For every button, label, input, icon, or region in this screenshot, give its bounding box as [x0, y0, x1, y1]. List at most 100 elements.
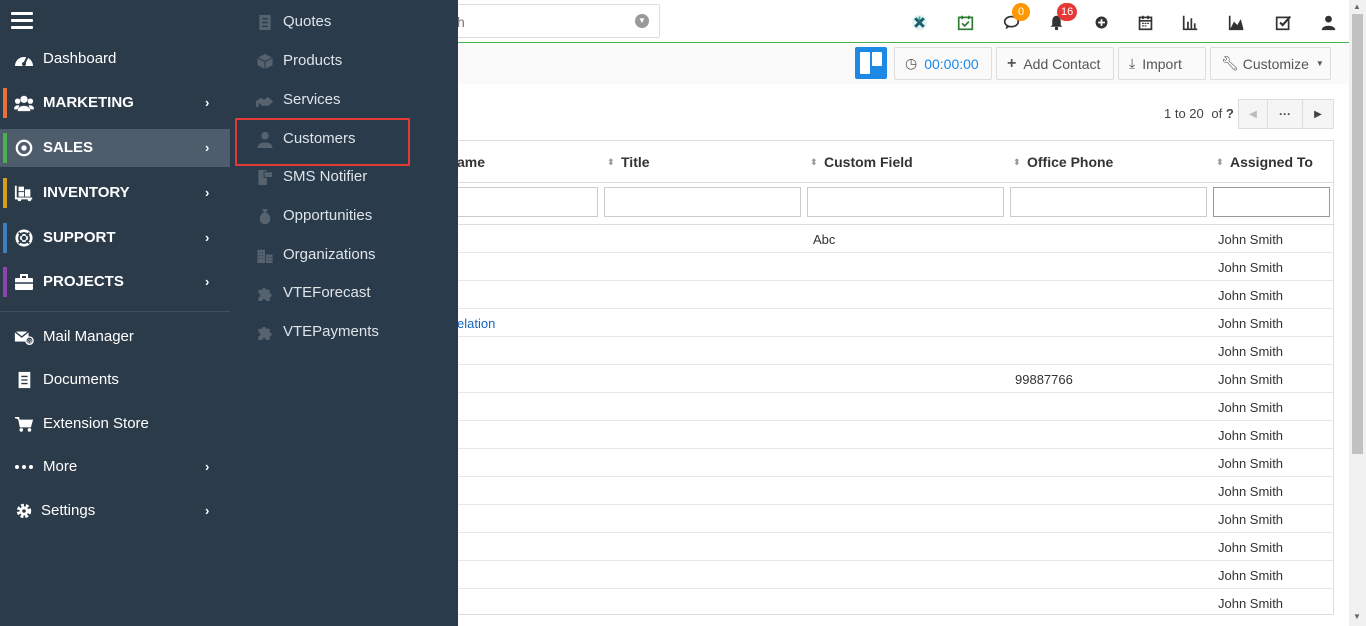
- column-header-name[interactable]: ame: [457, 154, 485, 170]
- user-profile-icon[interactable]: [1317, 11, 1339, 33]
- submenu-item-label: Organizations: [283, 246, 376, 263]
- search-dropdown-icon[interactable]: ▼: [635, 14, 649, 28]
- dashboard-icon: [13, 49, 35, 69]
- sidebar-item-label: Extension Store: [43, 415, 149, 432]
- next-page-button[interactable]: ▶: [1302, 99, 1334, 129]
- sidebar-item-extension-store[interactable]: Extension Store: [0, 405, 230, 443]
- sidebar-item-label: INVENTORY: [43, 184, 130, 201]
- chevron-right-icon: ›: [205, 95, 210, 110]
- vtiger-logo-icon[interactable]: [908, 11, 930, 33]
- sidebar-item-documents[interactable]: Documents: [0, 361, 230, 399]
- cell-assigned-to: John Smith: [1218, 400, 1284, 415]
- sidebar-item-marketing[interactable]: MARKETING ›: [0, 84, 230, 122]
- filter-office-phone-input[interactable]: [1010, 187, 1207, 217]
- sidebar-item-more[interactable]: More ›: [0, 448, 230, 486]
- vertical-scrollbar[interactable]: ▲ ▼: [1349, 0, 1366, 626]
- chevron-right-icon: ›: [205, 503, 210, 518]
- ellipsis-icon: [13, 457, 35, 477]
- cell-assigned-to: John Smith: [1218, 372, 1284, 387]
- download-icon: ⤓: [1129, 55, 1136, 71]
- sidebar-item-settings[interactable]: Settings ›: [0, 492, 230, 530]
- mobile-sms-icon: [255, 168, 275, 186]
- bar-chart-icon[interactable]: [1179, 11, 1201, 33]
- submenu-item-label: Services: [283, 91, 341, 108]
- import-button[interactable]: ⤓ Import: [1118, 47, 1206, 80]
- submenu-item-vtepayments[interactable]: VTEPayments: [230, 314, 458, 350]
- search-text: h: [457, 14, 465, 30]
- prev-page-button[interactable]: ◀: [1238, 99, 1268, 129]
- submenu-item-label: VTEPayments: [283, 323, 379, 340]
- column-header-title[interactable]: ⬍ Title: [607, 154, 650, 170]
- filter-title-input[interactable]: [604, 187, 801, 217]
- submenu-item-opportunities[interactable]: Opportunities: [230, 198, 458, 234]
- sidebar-item-sales[interactable]: SALES ›: [0, 129, 230, 167]
- column-header-custom-field[interactable]: ⬍ Custom Field: [810, 154, 913, 170]
- calendar-check-icon[interactable]: [954, 11, 976, 33]
- main-sidebar: Dashboard MARKETING › SALES › INVENTORY …: [0, 0, 230, 626]
- submenu-item-services[interactable]: Services: [230, 82, 458, 118]
- pager-range: 1 to 20: [1164, 106, 1204, 121]
- chevron-right-icon: ›: [205, 185, 210, 200]
- cell-assigned-to: John Smith: [1218, 288, 1284, 303]
- kanban-view-button[interactable]: [855, 47, 887, 79]
- sidebar-item-support[interactable]: SUPPORT ›: [0, 219, 230, 257]
- scroll-down-icon[interactable]: ▼: [1353, 612, 1361, 621]
- bell-icon[interactable]: 16: [1045, 3, 1078, 33]
- timer-button[interactable]: ◷ 00:00:00: [894, 47, 992, 80]
- task-check-icon[interactable]: [1272, 11, 1294, 33]
- sidebar-item-mail-manager[interactable]: @ Mail Manager: [0, 318, 230, 356]
- dolly-icon: [13, 183, 35, 203]
- menu-toggle-icon[interactable]: [11, 12, 33, 30]
- filter-name-input[interactable]: [453, 187, 598, 217]
- submenu-item-organizations[interactable]: Organizations: [230, 237, 458, 273]
- marketing-accent-bar: [3, 88, 7, 118]
- shopping-cart-icon: [13, 414, 35, 434]
- area-chart-icon[interactable]: [1225, 11, 1247, 33]
- document-icon: [13, 370, 35, 390]
- sidebar-item-label: SALES: [43, 139, 94, 156]
- filter-custom-field-input[interactable]: [807, 187, 1004, 217]
- customize-button[interactable]: 🔧︎ Customize ▼: [1210, 47, 1331, 80]
- target-icon: [13, 138, 35, 158]
- submenu-item-label: VTEForecast: [283, 284, 371, 301]
- sales-accent-bar: [3, 133, 7, 163]
- puzzle-piece-icon: [255, 323, 275, 341]
- projects-accent-bar: [3, 267, 7, 297]
- page-jump-button[interactable]: ···: [1267, 99, 1303, 129]
- svg-text:@: @: [27, 339, 33, 345]
- money-bag-icon: [255, 207, 275, 225]
- wrench-icon: 🔧︎: [1221, 55, 1239, 71]
- quote-icon: [255, 13, 275, 31]
- cell-assigned-to: John Smith: [1218, 260, 1284, 275]
- submenu-item-label: Quotes: [283, 13, 332, 30]
- gear-icon: [13, 501, 35, 521]
- clock-icon: ◷: [905, 55, 918, 71]
- chat-icon[interactable]: 0: [1000, 3, 1030, 33]
- submenu-item-quotes[interactable]: Quotes: [230, 4, 458, 40]
- cell-assigned-to: John Smith: [1218, 540, 1284, 555]
- sidebar-item-label: SUPPORT: [43, 229, 116, 246]
- add-contact-button[interactable]: + Add Contact: [996, 47, 1114, 80]
- scroll-up-icon[interactable]: ▲: [1353, 2, 1361, 11]
- mail-icon: @: [13, 327, 35, 347]
- column-header-assigned-to[interactable]: ⬍ Assigned To: [1216, 154, 1313, 170]
- plus-circle-icon[interactable]: [1090, 11, 1112, 33]
- sidebar-item-inventory[interactable]: INVENTORY ›: [0, 174, 230, 212]
- submenu-item-label: Opportunities: [283, 207, 373, 224]
- submenu-item-products[interactable]: Products: [230, 43, 458, 79]
- puzzle-piece-icon: [255, 284, 275, 302]
- cell-assigned-to: John Smith: [1218, 232, 1284, 247]
- scrollbar-thumb[interactable]: [1352, 14, 1363, 454]
- calendar-icon[interactable]: [1134, 11, 1156, 33]
- building-icon: [255, 246, 275, 264]
- bell-count-badge: 16: [1057, 3, 1078, 21]
- sidebar-item-label: MARKETING: [43, 94, 134, 111]
- pager-info: 1 to 20 of ?: [1164, 106, 1234, 121]
- sidebar-item-dashboard[interactable]: Dashboard: [0, 40, 230, 78]
- submenu-item-vteforecast[interactable]: VTEForecast: [230, 275, 458, 311]
- filter-assigned-to-input[interactable]: [1213, 187, 1330, 217]
- column-header-office-phone[interactable]: ⬍ Office Phone: [1013, 154, 1113, 170]
- sidebar-item-projects[interactable]: PROJECTS ›: [0, 263, 230, 301]
- cell-name[interactable]: elation: [457, 316, 495, 331]
- sidebar-item-label: Settings: [41, 502, 96, 519]
